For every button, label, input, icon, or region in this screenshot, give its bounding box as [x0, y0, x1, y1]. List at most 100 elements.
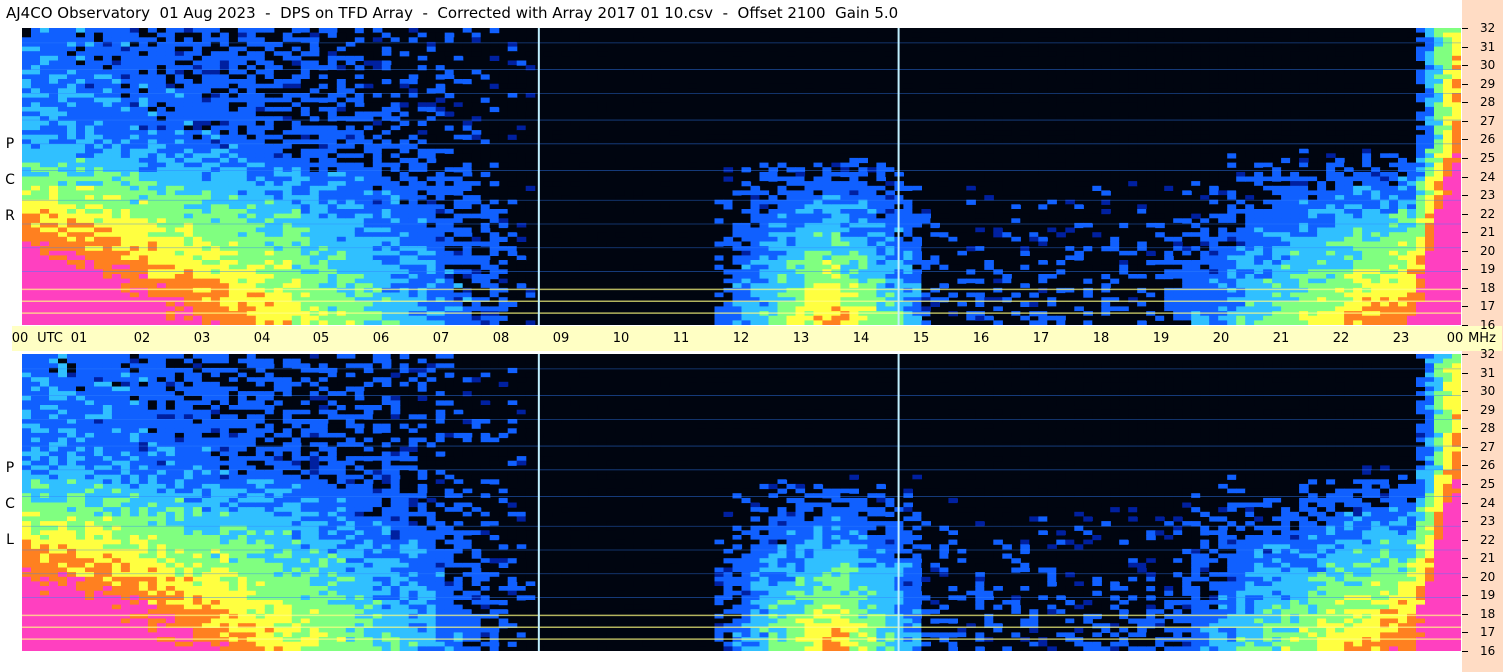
- spectrogram-cell: [120, 79, 131, 85]
- spectrogram-cell: [444, 51, 455, 57]
- spectrogram-cell: [795, 148, 806, 154]
- spectrogram-cell: [291, 255, 302, 261]
- spectrogram-cell: [210, 28, 221, 34]
- spectrogram-cell: [282, 28, 293, 34]
- spectrogram-cell: [67, 167, 77, 173]
- spectrogram-cell: [129, 120, 140, 126]
- spectrogram-cell: [408, 74, 419, 80]
- spectrogram-cell: [381, 60, 392, 66]
- spectrogram-cell: [354, 209, 365, 215]
- spectrogram-cell: [210, 236, 221, 242]
- spectrogram-cell: [318, 130, 329, 136]
- spectrogram-cell: [948, 69, 958, 75]
- spectrogram-cell: [939, 255, 949, 261]
- spectrogram-cell: [327, 306, 338, 312]
- spectrogram-cell: [732, 79, 743, 85]
- spectrogram-cell: [210, 171, 221, 178]
- spectrogram-cell: [354, 301, 365, 307]
- spectrogram-cell: [1029, 93, 1039, 99]
- spectrogram-cell: [147, 274, 158, 280]
- spectrogram-cell: [147, 28, 158, 34]
- spectrogram-cell: [858, 260, 868, 266]
- spectrogram-cell: [237, 171, 248, 178]
- spectrogram-cell: [1074, 255, 1084, 261]
- spectrogram-cell: [372, 278, 383, 284]
- spectrogram-cell: [444, 250, 455, 256]
- spectrogram-cell: [264, 264, 275, 270]
- spectrogram-cell: [138, 134, 149, 140]
- spectrogram-cell: [156, 60, 167, 66]
- spectrogram-cell: [22, 153, 32, 159]
- spectrogram-cell: [993, 130, 1003, 136]
- spectrogram-cell: [363, 97, 374, 103]
- spectrogram-cell: [138, 69, 149, 75]
- spectrogram-cell: [390, 171, 401, 178]
- spectrogram-cell: [282, 88, 293, 94]
- spectrogram-cell: [390, 213, 401, 219]
- spectrogram-cell: [399, 209, 410, 215]
- spectrogram-cell: [264, 125, 275, 131]
- spectrogram-cell: [741, 320, 752, 325]
- spectrogram-cell: [993, 301, 1003, 307]
- spectrogram-cell: [183, 204, 194, 210]
- spectrogram-cell: [858, 306, 868, 312]
- spectrogram-cell: [993, 79, 1003, 85]
- spectrogram-cell: [22, 55, 32, 61]
- spectrogram-cell: [516, 227, 527, 233]
- spectrogram-cell: [363, 232, 374, 238]
- spectrogram-cell: [822, 246, 832, 252]
- spectrogram-cell: [777, 260, 788, 266]
- spectrogram-cell: [138, 167, 149, 173]
- spectrogram-cell: [966, 292, 976, 298]
- spectrogram-cell: [831, 283, 841, 289]
- spectrogram-cell: [22, 83, 32, 89]
- spectrogram-cell: [85, 190, 95, 196]
- spectrogram-cell: [516, 255, 527, 261]
- spectrogram-cell: [22, 255, 32, 261]
- spectrogram-cell: [849, 283, 859, 289]
- spectrogram-cell: [192, 111, 203, 117]
- spectrogram-cell: [67, 28, 77, 34]
- spectrogram-cell: [993, 162, 1003, 168]
- spectrogram-cell: [40, 264, 50, 270]
- spectrogram-cell: [291, 320, 302, 325]
- spectrogram-cell: [147, 301, 158, 307]
- spectrogram-cell: [22, 130, 32, 136]
- spectrogram-cell: [390, 301, 401, 307]
- spectrogram-cell: [957, 157, 967, 164]
- spectrogram-cell: [111, 125, 122, 131]
- spectrogram-cell: [381, 278, 392, 284]
- spectrogram-cell: [183, 301, 194, 307]
- spectrogram-cell: [147, 190, 158, 196]
- spectrogram-cell: [408, 315, 419, 321]
- spectrogram-cell: [129, 32, 140, 38]
- spectrogram-cell: [309, 102, 320, 108]
- spectrogram-cell: [1083, 93, 1093, 99]
- spectrogram-cell: [903, 232, 913, 238]
- spectrogram-cell: [31, 153, 41, 159]
- spectrogram-cell: [76, 213, 86, 219]
- spectrogram-cell: [975, 274, 985, 280]
- spectrogram-cell: [363, 148, 374, 154]
- spectrogram-cell: [76, 97, 86, 103]
- spectrogram-cell: [1038, 301, 1048, 307]
- spectrogram-cell: [264, 278, 275, 284]
- spectrogram-cell: [939, 157, 949, 164]
- spectrogram-cell: [147, 93, 158, 99]
- spectrogram-cell: [327, 69, 338, 75]
- spectrogram-cell: [732, 51, 743, 57]
- spectrogram-cell: [1056, 32, 1066, 38]
- spectrogram-cell: [183, 306, 194, 312]
- spectrogram-cell: [1029, 144, 1039, 150]
- spectrogram-cell: [507, 60, 518, 66]
- spectrogram-cell: [255, 130, 266, 136]
- spectrogram-cell: [138, 181, 149, 187]
- chart-title: AJ4CO Observatory 01 Aug 2023 - DPS on T…: [6, 4, 899, 22]
- spectrogram-cell: [255, 153, 266, 159]
- spectrogram-cell: [489, 246, 500, 252]
- spectrogram-cell: [255, 125, 266, 131]
- spectrogram-cell: [237, 120, 248, 126]
- spectrogram-cell: [453, 246, 464, 252]
- spectrogram-cell: [129, 153, 140, 159]
- spectrogram-cell: [165, 28, 176, 34]
